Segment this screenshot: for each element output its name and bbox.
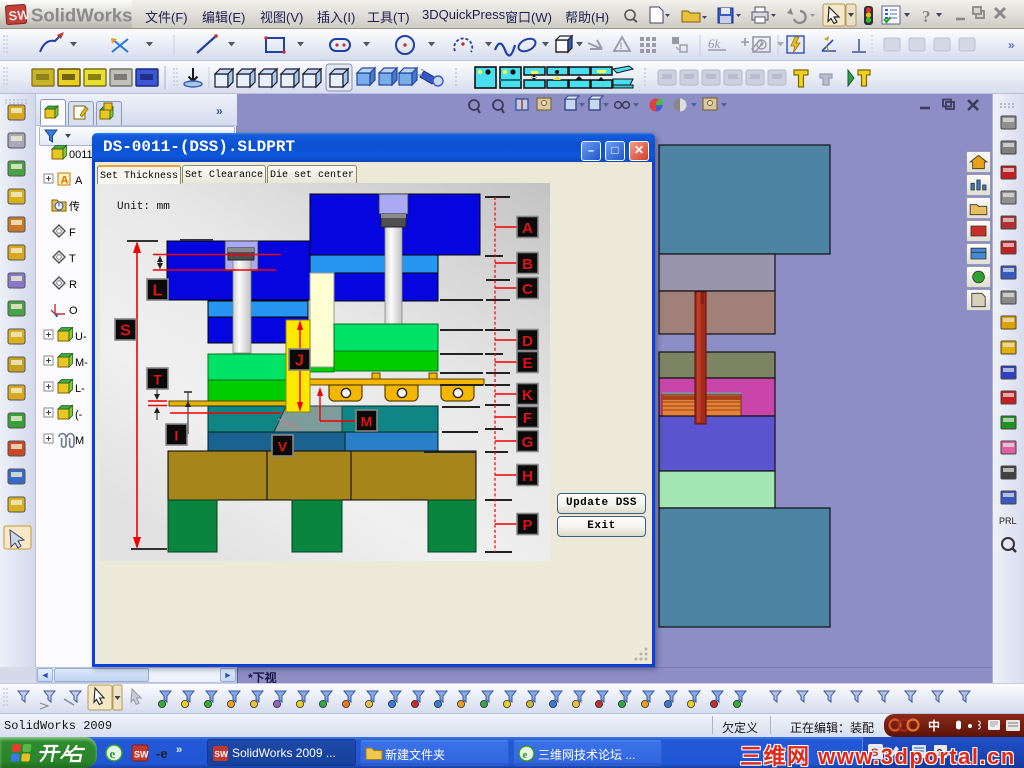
svg-text:SW: SW: [214, 749, 229, 759]
svg-text:传: 传: [69, 200, 80, 213]
svg-text:M: M: [75, 435, 84, 447]
svg-text:J: J: [295, 353, 304, 370]
svg-text:O: O: [69, 305, 78, 317]
svg-text:E: E: [522, 355, 532, 372]
svg-text:T: T: [153, 372, 162, 388]
svg-text:»: »: [1008, 38, 1015, 52]
svg-text:M: M: [361, 414, 373, 430]
svg-text:中: 中: [928, 718, 940, 733]
svg-text:V: V: [278, 439, 288, 455]
svg-text:e: e: [523, 749, 528, 761]
svg-text:A: A: [75, 175, 83, 187]
svg-text:U-: U-: [75, 331, 87, 343]
svg-text:SolidWorks: SolidWorks: [31, 5, 132, 26]
svg-text:PRL: PRL: [999, 516, 1017, 526]
svg-text:e: e: [110, 746, 116, 761]
svg-text:P: P: [522, 517, 532, 534]
svg-text:L: L: [153, 283, 163, 300]
svg-text:(-: (-: [75, 409, 83, 421]
svg-text:R: R: [69, 279, 77, 291]
svg-text:B: B: [522, 256, 533, 273]
svg-text:H: H: [522, 468, 533, 485]
svg-text:SW: SW: [8, 7, 31, 23]
svg-text:A: A: [61, 175, 69, 187]
svg-text:-e: -e: [156, 746, 168, 761]
svg-text:!: !: [620, 41, 623, 51]
svg-text:M-: M-: [75, 357, 88, 369]
svg-text:A: A: [522, 220, 533, 237]
svg-text:6k: 6k: [708, 36, 721, 51]
svg-text:D: D: [522, 333, 533, 350]
svg-text:T: T: [69, 253, 76, 265]
svg-text:F: F: [523, 410, 532, 427]
svg-text:K: K: [522, 387, 533, 404]
svg-text:SW: SW: [134, 750, 149, 760]
svg-text:?: ?: [922, 7, 931, 26]
svg-text:L-: L-: [75, 383, 85, 395]
svg-text:F: F: [69, 227, 76, 239]
svg-text:»: »: [176, 744, 182, 756]
svg-text:Unit: mm: Unit: mm: [117, 201, 170, 213]
svg-text:I: I: [175, 428, 179, 444]
svg-text:C: C: [522, 281, 533, 298]
svg-text:S: S: [120, 323, 131, 340]
svg-text:G: G: [522, 434, 534, 451]
